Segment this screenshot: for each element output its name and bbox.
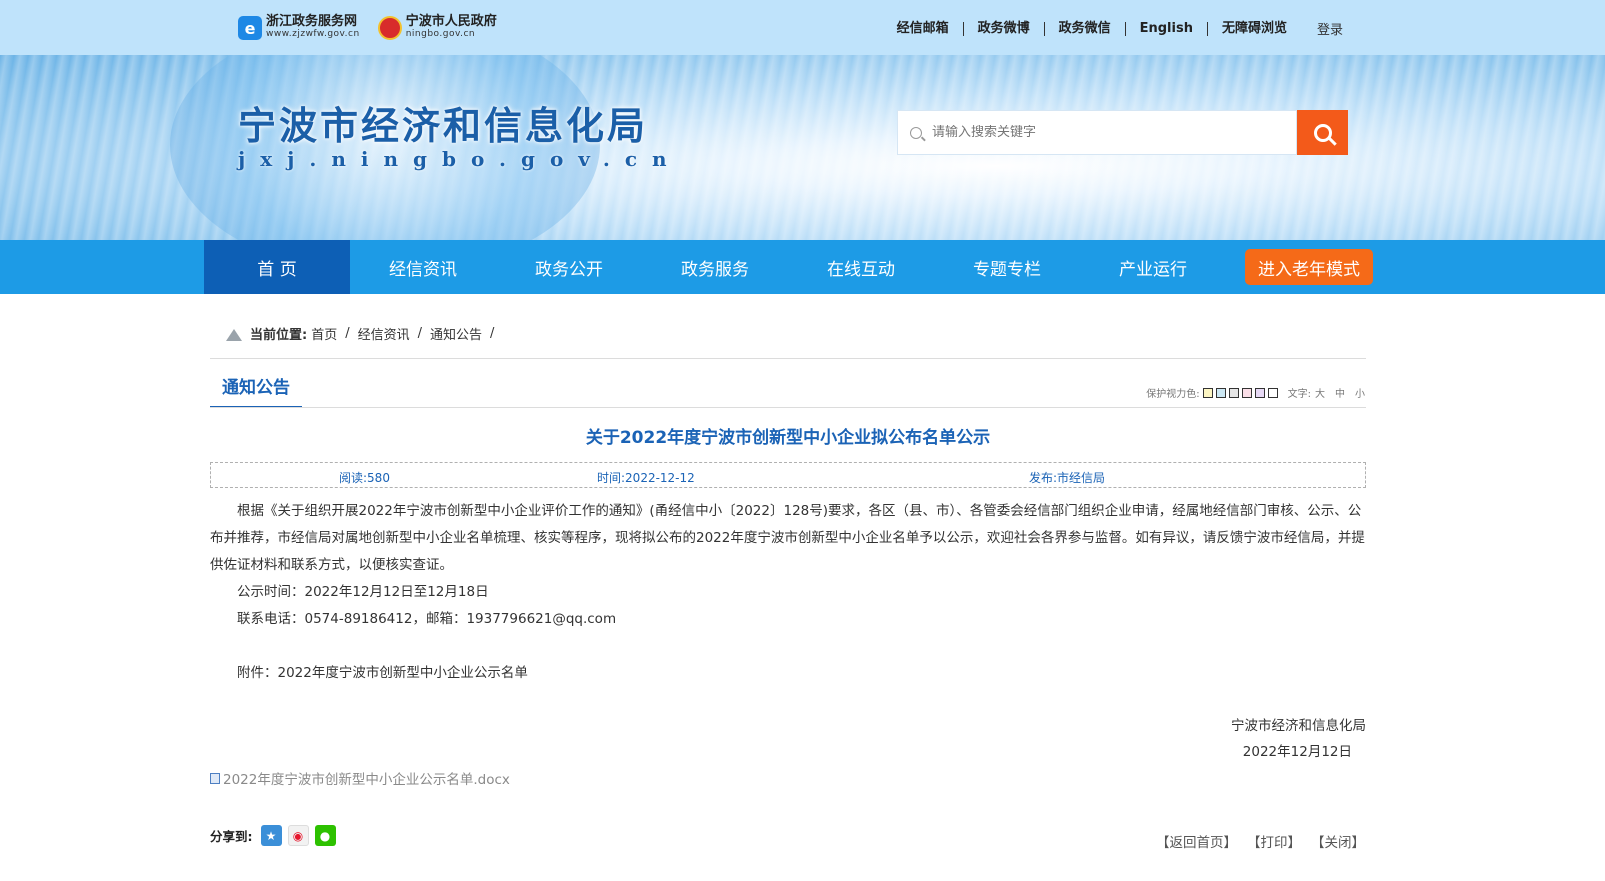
reading-tools: 保护视力色: 文字: 大 中 小 — [1146, 385, 1365, 400]
article-signature: 宁波市经济和信息化局 2022年12月12日 — [1231, 713, 1366, 765]
search-bar — [897, 110, 1348, 155]
nav-item-news[interactable]: 经信资讯 — [350, 240, 496, 294]
search-box — [897, 110, 1297, 155]
font-size-small[interactable]: 小 — [1355, 385, 1365, 400]
eye-care-swatch-yellow[interactable] — [1202, 387, 1213, 398]
article-contact: 联系电话：0574-89186412，邮箱：1937796621@qq.com — [237, 611, 617, 627]
search-button-icon — [1313, 123, 1332, 142]
breadcrumb-separator: / — [417, 326, 423, 341]
breadcrumb-separator: / — [490, 326, 495, 341]
article-meta: 阅读:580 时间:2022-12-12 发布:市经信局 — [210, 462, 1366, 488]
breadcrumb-news[interactable]: 经信资讯 — [358, 324, 410, 343]
divider — [210, 358, 1366, 359]
location-icon — [226, 327, 242, 341]
section-title: 通知公告 — [210, 373, 302, 408]
article-publisher: 发布:市经信局 — [1029, 471, 1106, 485]
zjzwfw-logo-name: 浙江政务服务网 — [266, 14, 358, 29]
article-paragraph: 根据《关于组织开展2022年宁波市创新型中小企业评价工作的通知》(甬经信中小〔2… — [210, 503, 1365, 573]
nav-item-home[interactable]: 首 页 — [204, 240, 350, 294]
article-title: 关于2022年度宁波市创新型中小企业拟公布名单公示 — [585, 428, 991, 448]
close-link[interactable]: 【关闭】 — [1311, 831, 1365, 851]
eye-care-swatch-blue[interactable] — [1215, 387, 1226, 398]
elder-mode-button[interactable]: 进入老年模式 — [1245, 249, 1373, 285]
search-icon — [910, 126, 922, 139]
attachment-filename: 2022年度宁波市创新型中小企业公示名单.docx — [223, 772, 510, 788]
national-emblem-icon — [377, 16, 402, 40]
print-link[interactable]: 【打印】 — [1247, 831, 1301, 851]
top-links: 经信邮箱 政务微博 政务微信 English 无障碍浏览 登录 — [883, 19, 1343, 38]
share-bar: 分享到: ★ ◉ ● — [210, 825, 336, 846]
eye-care-label: 保护视力色: — [1146, 389, 1200, 400]
nav-item-industry[interactable]: 产业运行 — [1080, 240, 1226, 294]
search-input[interactable] — [932, 125, 1272, 140]
weibo-icon[interactable]: ◉ — [287, 825, 309, 846]
qzone-icon[interactable]: ★ — [260, 825, 282, 846]
breadcrumb: 当前位置: 首页 / 经信资讯 / 通知公告 / — [226, 324, 502, 343]
zjzwfw-logo-link[interactable]: e 浙江政务服务网 www.zjzwfw.gov.cn — [238, 14, 360, 40]
ningbo-gov-logo-link[interactable]: 宁波市人民政府 ningbo.gov.cn — [377, 14, 497, 40]
share-label: 分享到: — [210, 829, 253, 844]
nav-item-gov-affairs[interactable]: 政务公开 — [496, 240, 642, 294]
article-attachment-line: 附件：2022年度宁波市创新型中小企业公示名单 — [237, 665, 528, 681]
zjzwfw-logo-icon: e — [238, 16, 262, 40]
font-size-large[interactable]: 大 — [1315, 385, 1325, 400]
partner-logos: e 浙江政务服务网 www.zjzwfw.gov.cn 宁波市人民政府 ning… — [238, 14, 497, 40]
top-link-english[interactable]: English — [1124, 21, 1207, 36]
top-link-mail[interactable]: 经信邮箱 — [883, 21, 963, 36]
breadcrumb-label: 当前位置: — [250, 328, 308, 343]
breadcrumb-notices[interactable]: 通知公告 — [430, 324, 482, 343]
divider — [210, 407, 1366, 408]
attachment-link[interactable]: 2022年度宁波市创新型中小企业公示名单.docx — [210, 768, 510, 788]
font-size-medium[interactable]: 中 — [1335, 385, 1345, 400]
sign-date: 2022年12月12日 — [1242, 744, 1352, 760]
login-link[interactable]: 登录 — [1301, 19, 1343, 38]
eye-care-swatch-purple[interactable] — [1254, 387, 1265, 398]
article-body: 根据《关于组织开展2022年宁波市创新型中小企业评价工作的通知》(甬经信中小〔2… — [210, 498, 1366, 687]
ningbo-gov-logo-name: 宁波市人民政府 — [405, 14, 497, 29]
article-reads: 阅读:580 — [339, 471, 390, 485]
top-link-accessibility[interactable]: 无障碍浏览 — [1206, 21, 1301, 36]
ningbo-gov-logo-domain: ningbo.gov.cn — [405, 29, 476, 39]
nav-item-services[interactable]: 政务服务 — [642, 240, 788, 294]
back-home-link[interactable]: 【返回首页】 — [1156, 831, 1237, 851]
document-icon — [210, 772, 220, 784]
page-actions: 【返回首页】 【打印】 【关闭】 — [1156, 831, 1365, 851]
zjzwfw-logo-domain: www.zjzwfw.gov.cn — [266, 29, 360, 39]
nav-item-topics[interactable]: 专题专栏 — [934, 240, 1080, 294]
site-title[interactable]: 宁波市经济和信息化局 — [238, 95, 648, 150]
article-date: 时间:2022-12-12 — [597, 471, 695, 485]
site-domain: jxj.ningbo.gov.cn — [238, 147, 682, 171]
eye-care-swatch-white[interactable] — [1267, 387, 1278, 398]
signer: 宁波市经济和信息化局 — [1231, 718, 1366, 734]
nav-item-interaction[interactable]: 在线互动 — [788, 240, 934, 294]
header-banner: 宁波市经济和信息化局 jxj.ningbo.gov.cn — [0, 55, 1605, 240]
font-size-label: 文字: — [1287, 389, 1311, 400]
eye-care-swatch-pink[interactable] — [1241, 387, 1252, 398]
breadcrumb-separator: / — [345, 326, 350, 341]
article-period: 公示时间：2022年12月12日至12月18日 — [237, 584, 489, 600]
search-button[interactable] — [1297, 110, 1348, 155]
top-link-weibo[interactable]: 政务微博 — [962, 21, 1044, 36]
wechat-icon[interactable]: ● — [314, 825, 336, 846]
eye-care-swatch-gray[interactable] — [1228, 387, 1239, 398]
top-link-wechat[interactable]: 政务微信 — [1043, 21, 1125, 36]
breadcrumb-home[interactable]: 首页 — [311, 324, 337, 343]
top-bar: e 浙江政务服务网 www.zjzwfw.gov.cn 宁波市人民政府 ning… — [0, 0, 1605, 55]
main-nav: 首 页 经信资讯 政务公开 政务服务 在线互动 专题专栏 产业运行 进入老年模式 — [0, 240, 1605, 294]
